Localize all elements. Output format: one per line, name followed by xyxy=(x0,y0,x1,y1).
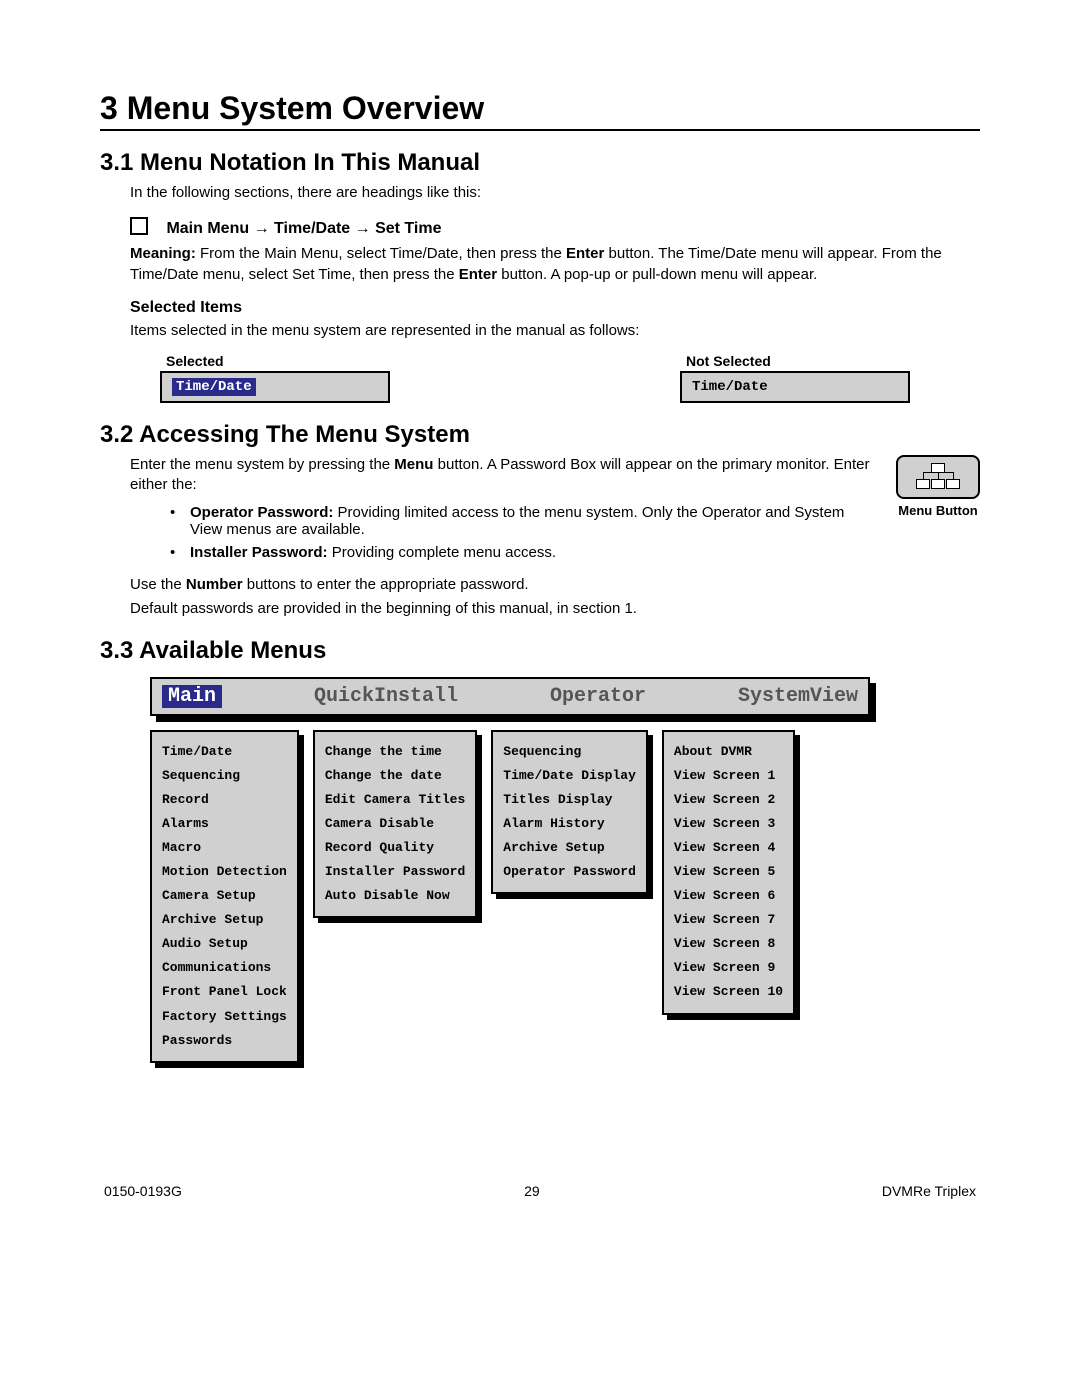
operator-password-label: Operator Password: xyxy=(190,504,333,521)
menu-item: Record Quality xyxy=(325,836,465,860)
menu-item: Alarm History xyxy=(503,812,636,836)
menu-item: Change the time xyxy=(325,740,465,764)
menu-path-example: Main Menu → Time/Date → Set Time xyxy=(130,217,980,238)
tab-quickinstall: QuickInstall xyxy=(314,685,458,708)
menu-col-quickinstall: Change the timeChange the dateEdit Camer… xyxy=(313,730,477,918)
menu-item: View Screen 10 xyxy=(674,980,783,1004)
menu-item: Edit Camera Titles xyxy=(325,788,465,812)
footer-right: DVMRe Triplex xyxy=(882,1183,976,1199)
menu-tabs-bar: Main QuickInstall Operator SystemView xyxy=(150,677,870,716)
menu-item: Audio Setup xyxy=(162,932,287,956)
menu-item: Auto Disable Now xyxy=(325,884,465,908)
menu-item: View Screen 7 xyxy=(674,908,783,932)
meaning-paragraph: Meaning: From the Main Menu, select Time… xyxy=(130,244,980,285)
menu-item: Time/Date xyxy=(162,740,287,764)
menu-item: Communications xyxy=(162,956,287,980)
bullet-installer: • Installer Password: Providing complete… xyxy=(170,544,980,561)
menu-item: Archive Setup xyxy=(162,908,287,932)
menu-item: Motion Detection xyxy=(162,860,287,884)
menu-button-figure: Menu Button xyxy=(896,455,980,518)
section-32-p1: Enter the menu system by pressing the Me… xyxy=(130,455,980,496)
selected-cell: Time/Date xyxy=(160,371,390,403)
section-31-intro: In the following sections, there are hea… xyxy=(130,183,980,203)
enter-bold-2: Enter xyxy=(459,266,497,283)
menu-item: View Screen 4 xyxy=(674,836,783,860)
bullet-icon: • xyxy=(170,504,190,538)
default-passwords-p: Default passwords are provided in the be… xyxy=(130,599,980,619)
meaning-text-1: From the Main Menu, select Time/Date, th… xyxy=(196,245,566,262)
selected-header: Selected xyxy=(160,351,390,371)
tab-systemview: SystemView xyxy=(738,685,858,708)
installer-password-label: Installer Password: xyxy=(190,544,328,561)
menu-item: Macro xyxy=(162,836,287,860)
tab-main: Main xyxy=(162,685,222,708)
menu-item: Factory Settings xyxy=(162,1005,287,1029)
section-33-title: 3.3 Available Menus xyxy=(100,637,980,665)
page-footer: 0150-0193G 29 DVMRe Triplex xyxy=(100,1183,980,1199)
bullet-operator: • Operator Password: Providing limited a… xyxy=(170,504,876,538)
footer-center: 29 xyxy=(524,1183,540,1199)
selected-table: Selected Time/Date Not Selected Time/Dat… xyxy=(160,351,980,403)
menu-item: View Screen 9 xyxy=(674,956,783,980)
checkbox-icon xyxy=(130,217,148,235)
menu-item: Record xyxy=(162,788,287,812)
menu-path-text: Main Menu → Time/Date → Set Time xyxy=(166,220,441,237)
selected-value: Time/Date xyxy=(172,378,256,396)
menu-item: About DVMR xyxy=(674,740,783,764)
menu-item: View Screen 5 xyxy=(674,860,783,884)
menu-item: Archive Setup xyxy=(503,836,636,860)
menu-item: Installer Password xyxy=(325,860,465,884)
p1a: Enter the menu system by pressing the xyxy=(130,456,394,473)
selected-items-heading: Selected Items xyxy=(130,299,980,317)
menu-button-icon xyxy=(896,455,980,499)
meaning-label: Meaning: xyxy=(130,245,196,262)
selected-items-text: Items selected in the menu system are re… xyxy=(130,321,980,341)
footer-left: 0150-0193G xyxy=(104,1183,182,1199)
bullet-icon: • xyxy=(170,544,190,561)
menu-item: View Screen 6 xyxy=(674,884,783,908)
number-bold: Number xyxy=(186,576,243,593)
available-menus-figure: Main QuickInstall Operator SystemView Ti… xyxy=(150,677,870,1063)
menu-bold: Menu xyxy=(394,456,433,473)
not-selected-value: Time/Date xyxy=(692,379,768,395)
menu-item: Time/Date Display xyxy=(503,764,636,788)
menu-item: Change the date xyxy=(325,764,465,788)
menu-item: Sequencing xyxy=(162,764,287,788)
chapter-title: 3 Menu System Overview xyxy=(100,90,980,131)
not-selected-cell: Time/Date xyxy=(680,371,910,403)
enter-bold-1: Enter xyxy=(566,245,604,262)
menu-item: View Screen 2 xyxy=(674,788,783,812)
menu-item: Titles Display xyxy=(503,788,636,812)
password-bullets: • Operator Password: Providing limited a… xyxy=(170,504,980,567)
not-selected-header: Not Selected xyxy=(680,351,910,371)
menu-item: View Screen 8 xyxy=(674,932,783,956)
menu-col-operator: SequencingTime/Date DisplayTitles Displa… xyxy=(491,730,648,894)
installer-password-text: Providing complete menu access. xyxy=(328,544,556,561)
tab-operator: Operator xyxy=(550,685,646,708)
menu-item: View Screen 1 xyxy=(674,764,783,788)
p2b: buttons to enter the appropriate passwor… xyxy=(243,576,529,593)
menu-item: Passwords xyxy=(162,1029,287,1053)
menu-button-caption: Menu Button xyxy=(896,503,980,518)
menu-item: Sequencing xyxy=(503,740,636,764)
section-31-title: 3.1 Menu Notation In This Manual xyxy=(100,149,980,177)
section-32-title: 3.2 Accessing The Menu System xyxy=(100,421,980,449)
p2a: Use the xyxy=(130,576,186,593)
menu-item: View Screen 3 xyxy=(674,812,783,836)
menu-item: Camera Setup xyxy=(162,884,287,908)
menu-item: Alarms xyxy=(162,812,287,836)
number-buttons-p: Use the Number buttons to enter the appr… xyxy=(130,575,980,595)
menu-item: Camera Disable xyxy=(325,812,465,836)
meaning-text-3: button. A pop-up or pull-down menu will … xyxy=(497,266,817,283)
menu-col-main: Time/DateSequencingRecordAlarmsMacroMoti… xyxy=(150,730,299,1063)
menu-item: Front Panel Lock xyxy=(162,980,287,1004)
menu-item: Operator Password xyxy=(503,860,636,884)
menu-col-systemview: About DVMRView Screen 1View Screen 2View… xyxy=(662,730,795,1015)
